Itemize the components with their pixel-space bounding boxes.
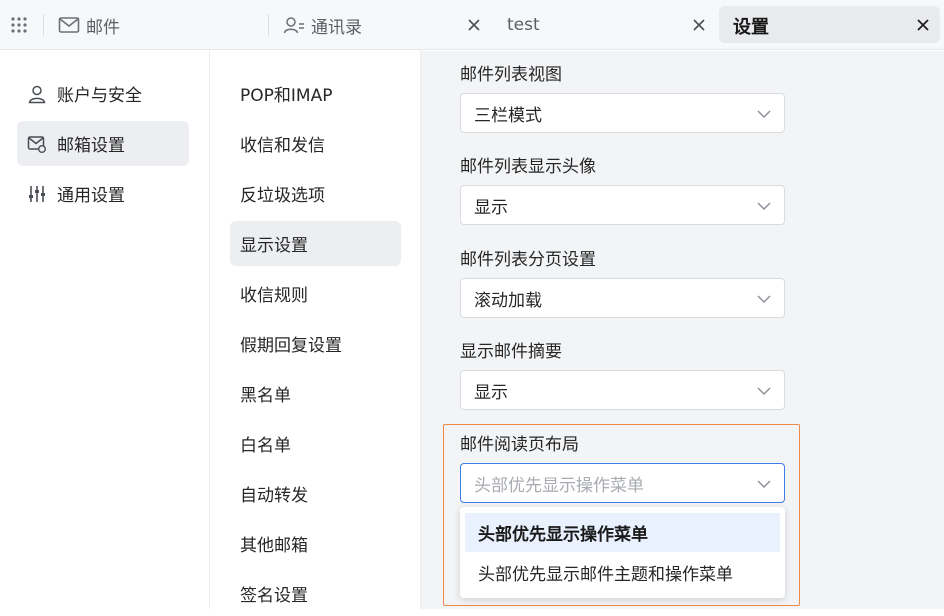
option-label: 头部优先显示邮件主题和操作菜单 — [478, 565, 733, 585]
display-settings-panel: 邮件列表视图 三栏模式 邮件列表显示头像 显示 邮件列表分页设置 滚动加载 显示… — [421, 51, 944, 609]
tab-label: 设置 — [733, 17, 769, 38]
subnav-item-label: 显示设置 — [240, 236, 308, 256]
subnav-item[interactable]: 假期回复设置 — [230, 321, 401, 366]
select-value: 三栏模式 — [474, 105, 542, 126]
field-label: 邮件列表视图 — [460, 65, 562, 85]
subnav-item-label: 收信规则 — [240, 286, 308, 306]
settings-category-nav: 账户与安全 邮箱设置 通用设置 — [0, 51, 210, 609]
tab-label: test — [507, 15, 540, 35]
close-icon[interactable] — [463, 14, 485, 36]
subnav-item-label: 签名设置 — [240, 586, 308, 606]
nav-item-label: 邮箱设置 — [57, 136, 125, 156]
chevron-down-icon — [757, 110, 771, 118]
tab-mail[interactable]: 邮件 — [58, 6, 120, 44]
dropdown-option[interactable]: 头部优先显示邮件主题和操作菜单 — [465, 553, 780, 592]
field-label: 邮件列表显示头像 — [460, 157, 596, 177]
tab-bar: 邮件 通讯录 test 设置 — [0, 0, 944, 50]
tab-divider — [43, 14, 44, 36]
tab-test[interactable]: test — [507, 6, 540, 44]
field-label: 邮件阅读页布局 — [460, 435, 579, 455]
sliders-icon — [29, 185, 45, 202]
option-label: 头部优先显示操作菜单 — [478, 525, 648, 545]
tab-contacts[interactable]: 通讯录 — [283, 6, 362, 44]
reading-layout-dropdown: 头部优先显示操作菜单 头部优先显示邮件主题和操作菜单 — [460, 507, 785, 598]
chevron-down-icon — [757, 387, 771, 395]
subnav-item-label: 白名单 — [240, 436, 291, 456]
subnav-item[interactable]: POP和IMAP — [230, 71, 401, 116]
tab-settings[interactable]: 设置 — [719, 6, 940, 43]
chevron-down-icon — [757, 295, 771, 303]
field-label: 显示邮件摘要 — [460, 342, 562, 362]
subnav-item-label: 黑名单 — [240, 386, 291, 406]
subnav-item-label: POP和IMAP — [240, 86, 333, 106]
user-icon — [28, 85, 46, 103]
mailbox-settings-subnav: POP和IMAP 收信和发信 反垃圾选项 显示设置 收信规则 假期回复设置 黑名… — [210, 51, 421, 609]
tab-divider — [268, 14, 269, 36]
close-icon[interactable] — [912, 14, 934, 36]
subnav-item-label: 假期回复设置 — [240, 336, 342, 356]
mail-list-view-select[interactable]: 三栏模式 — [460, 93, 785, 133]
tab-label: 通讯录 — [311, 17, 362, 38]
reading-layout-select[interactable]: 头部优先显示操作菜单 — [460, 463, 785, 503]
select-value: 滚动加载 — [474, 290, 542, 311]
nav-item-label: 通用设置 — [57, 186, 125, 206]
show-avatar-select[interactable]: 显示 — [460, 185, 785, 225]
subnav-item[interactable]: 收信和发信 — [230, 121, 401, 166]
select-value: 显示 — [474, 197, 508, 218]
subnav-item-label: 反垃圾选项 — [240, 186, 325, 206]
mail-summary-select[interactable]: 显示 — [460, 370, 785, 410]
dropdown-option[interactable]: 头部优先显示操作菜单 — [465, 513, 780, 552]
subnav-item-display-settings[interactable]: 显示设置 — [230, 221, 401, 266]
close-icon[interactable] — [688, 14, 710, 36]
nav-item-general-settings[interactable]: 通用设置 — [17, 171, 189, 216]
chevron-down-icon — [757, 480, 771, 488]
subnav-item[interactable]: 自动转发 — [230, 471, 401, 516]
nav-item-label: 账户与安全 — [57, 86, 142, 106]
mail-icon — [58, 17, 80, 33]
subnav-item[interactable]: 白名单 — [230, 421, 401, 466]
pagination-select[interactable]: 滚动加载 — [460, 278, 785, 318]
subnav-item[interactable]: 签名设置 — [230, 571, 401, 616]
subnav-item[interactable]: 黑名单 — [230, 371, 401, 416]
subnav-item[interactable]: 其他邮箱 — [230, 521, 401, 566]
apps-grid-icon[interactable] — [10, 16, 28, 34]
field-label: 邮件列表分页设置 — [460, 250, 596, 270]
chevron-down-icon — [757, 202, 771, 210]
subnav-item-label: 收信和发信 — [240, 136, 325, 156]
subnav-item-label: 其他邮箱 — [240, 536, 308, 556]
subnav-item[interactable]: 收信规则 — [230, 271, 401, 316]
tab-label: 邮件 — [86, 17, 120, 38]
nav-item-account-security[interactable]: 账户与安全 — [17, 71, 189, 116]
select-value: 头部优先显示操作菜单 — [474, 475, 644, 496]
subnav-item-label: 自动转发 — [240, 486, 308, 506]
contacts-icon — [283, 17, 304, 34]
select-value: 显示 — [474, 382, 508, 403]
mailbox-settings-icon — [27, 135, 46, 153]
nav-item-mailbox-settings[interactable]: 邮箱设置 — [17, 121, 189, 166]
subnav-item[interactable]: 反垃圾选项 — [230, 171, 401, 216]
